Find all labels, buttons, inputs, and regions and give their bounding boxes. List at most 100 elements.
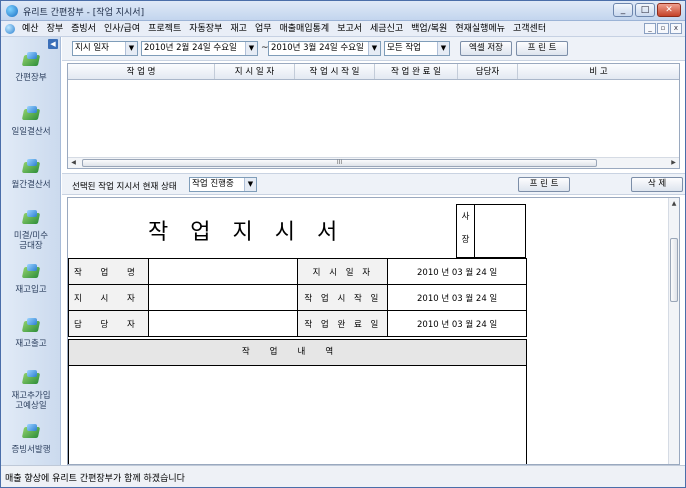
- child-restore-button[interactable]: ▫: [657, 23, 669, 34]
- assignee-field[interactable]: [147, 310, 299, 337]
- scroll-thumb[interactable]: [670, 238, 678, 302]
- receivables-icon: [20, 209, 42, 229]
- child-minimize-button[interactable]: _: [644, 23, 656, 34]
- scroll-right-icon[interactable]: ▶: [668, 158, 679, 168]
- scroll-thumb[interactable]: III: [82, 159, 597, 167]
- scroll-left-icon[interactable]: ◀: [68, 158, 79, 168]
- excel-save-button[interactable]: 엑셀 저장: [460, 41, 512, 56]
- chevron-down-icon[interactable]: ▼: [368, 42, 380, 55]
- sidebar-item-monthly-settlement[interactable]: 월간결산서: [1, 158, 61, 190]
- menu-work[interactable]: 업무: [251, 21, 276, 37]
- sidebar-item-stock-out[interactable]: 재고출고: [1, 317, 61, 349]
- grid-header: 작 업 명 지 시 일 자 작 업 시 작 일 작 업 완 료 일 담당자 비 …: [68, 64, 679, 80]
- sidebar-item-daily-settlement[interactable]: 일일결산서: [1, 105, 61, 137]
- date-type-select[interactable]: 지시 일자 ▼: [72, 41, 138, 56]
- app-logo-icon: [6, 5, 18, 17]
- work-name-field[interactable]: [147, 258, 299, 285]
- document-print-button[interactable]: 프 린 트: [518, 177, 570, 192]
- delete-button[interactable]: 삭 제: [631, 177, 683, 192]
- close-button[interactable]: ✕: [657, 3, 681, 17]
- end-date-value: 2010년 3월 24일 수요일: [271, 43, 364, 53]
- status-filter-select[interactable]: 모든 작업 ▼: [384, 41, 450, 56]
- sidebar-item-voucher-issue[interactable]: 증빙서발행: [1, 423, 61, 455]
- row-label: 작 업 명: [68, 258, 149, 285]
- app-window: 유리트 간편장부 - [작업 지시서] _ □ ✕ 예산 장부 증빙서 인사/급…: [0, 0, 686, 488]
- row-label: 지 시 자: [68, 284, 149, 311]
- daily-settlement-icon: [20, 105, 42, 125]
- menu-backup-restore[interactable]: 백업/복원: [407, 21, 451, 37]
- monthly-settlement-icon: [20, 158, 42, 178]
- work-state-value: 작업 진행중: [192, 179, 234, 189]
- approval-char: 장: [461, 235, 470, 245]
- menu-sales-stats[interactable]: 매출매입통계: [276, 21, 334, 37]
- chevron-down-icon[interactable]: ▼: [244, 178, 256, 191]
- vertical-scrollbar[interactable]: ▲: [668, 198, 679, 464]
- menu-logo-icon: [5, 23, 15, 34]
- work-order-document: 작업지시서 사 장 작 업 명 지 시 일 자 2010 년 03 월 24 일…: [68, 198, 527, 464]
- stock-in-icon: [20, 263, 42, 283]
- row-label: 담 당 자: [68, 310, 149, 337]
- sidebar-item-label: 미결/미수 금대장: [13, 231, 49, 251]
- row-label: 지 시 일 자: [297, 258, 389, 285]
- menu-inventory[interactable]: 재고: [226, 21, 251, 37]
- date-type-value: 지시 일자: [75, 43, 109, 53]
- menu-hr-payroll[interactable]: 인사/급여: [100, 21, 144, 37]
- chevron-down-icon[interactable]: ▼: [125, 42, 137, 55]
- menu-auto-ledger[interactable]: 자동장부: [185, 21, 226, 37]
- menu-ledger[interactable]: 장부: [43, 21, 68, 37]
- selected-state-bar: 선택된 작업 지시서 현재 상태 작업 진행중 ▼ 프 린 트 삭 제: [62, 173, 685, 195]
- row-label: 작 업 시 작 일: [297, 284, 389, 311]
- sidebar-item-label: 월간결산서: [11, 180, 51, 190]
- sidebar-item-label: 간편장부: [15, 73, 47, 83]
- column-header-complete-date[interactable]: 작 업 완 료 일: [375, 64, 458, 79]
- stock-plan-icon: [20, 369, 42, 389]
- main-panel: 지시 일자 ▼ 2010년 2월 24일 수요일 ▼ ~ 2010년 3월 24…: [62, 37, 685, 465]
- minimize-button[interactable]: _: [613, 3, 633, 17]
- row-label: 작 업 완 료 일: [297, 310, 389, 337]
- orderer-field[interactable]: [147, 284, 299, 311]
- child-close-button[interactable]: x: [670, 23, 682, 34]
- table-row: 지 시 자 작 업 시 작 일 2010 년 03 월 24 일: [68, 284, 527, 311]
- sidebar-item-stock-in[interactable]: 재고입고: [1, 263, 61, 295]
- window-title: 유리트 간편장부 - [작업 지시서]: [23, 8, 145, 18]
- work-content-area[interactable]: [68, 366, 527, 464]
- sidebar: ◀ 간편장부 일일결산서 월간결산서 미결/미수 금대장 재고입고 재고출고 재…: [1, 37, 61, 465]
- menu-budget[interactable]: 예산: [18, 21, 43, 37]
- work-state-select[interactable]: 작업 진행중 ▼: [189, 177, 257, 192]
- work-content-header: 작업내역: [68, 339, 527, 366]
- sidebar-item-label: 재고입고: [15, 285, 47, 295]
- horizontal-scrollbar[interactable]: ◀ III ▶: [68, 157, 679, 168]
- column-header-order-date[interactable]: 지 시 일 자: [215, 64, 295, 79]
- title-bar[interactable]: 유리트 간편장부 - [작업 지시서] _ □ ✕: [1, 1, 685, 21]
- column-header-work-name[interactable]: 작 업 명: [68, 64, 215, 79]
- table-row: 담 당 자 작 업 완 료 일 2010 년 03 월 24 일: [68, 310, 527, 337]
- document-title: 작업지시서: [148, 220, 360, 245]
- scroll-up-icon[interactable]: ▲: [669, 200, 679, 207]
- menu-customer-center[interactable]: 고객센터: [509, 21, 550, 37]
- end-date-picker[interactable]: 2010년 3월 24일 수요일 ▼: [268, 41, 381, 56]
- sidebar-collapse-button[interactable]: ◀: [48, 39, 58, 49]
- work-order-info-table: 작 업 명 지 시 일 자 2010 년 03 월 24 일 지 시 자 작 업…: [68, 258, 527, 337]
- menu-reports[interactable]: 보고서: [333, 21, 366, 37]
- column-header-start-date[interactable]: 작 업 시 작 일: [295, 64, 375, 79]
- sidebar-item-ledger[interactable]: 간편장부: [1, 51, 61, 83]
- sidebar-item-receivables[interactable]: 미결/미수 금대장: [1, 209, 61, 251]
- column-header-assignee[interactable]: 담당자: [458, 64, 518, 79]
- menu-tax-filing[interactable]: 세금신고: [366, 21, 407, 37]
- stock-out-icon: [20, 317, 42, 337]
- start-date-picker[interactable]: 2010년 2월 24일 수요일 ▼: [141, 41, 258, 56]
- menu-project[interactable]: 프로젝트: [144, 21, 185, 37]
- approval-box: 사 장: [456, 204, 526, 258]
- table-row: 작 업 명 지 시 일 자 2010 년 03 월 24 일: [68, 258, 527, 285]
- filter-bar: 지시 일자 ▼ 2010년 2월 24일 수요일 ▼ ~ 2010년 3월 24…: [62, 37, 685, 61]
- menu-current-menu[interactable]: 현재실행메뉴: [451, 21, 509, 37]
- sidebar-item-stock-plan[interactable]: 재고추가입 고예상일: [1, 369, 61, 411]
- maximize-button[interactable]: □: [635, 3, 655, 17]
- menu-voucher[interactable]: 증빙서: [67, 21, 100, 37]
- column-header-remarks[interactable]: 비 고: [518, 64, 679, 79]
- chevron-down-icon[interactable]: ▼: [437, 42, 449, 55]
- complete-date-value: 2010 년 03 월 24 일: [387, 310, 527, 337]
- chevron-down-icon[interactable]: ▼: [245, 42, 257, 55]
- work-order-document-panel: 작업지시서 사 장 작 업 명 지 시 일 자 2010 년 03 월 24 일…: [67, 197, 680, 465]
- print-button[interactable]: 프 린 트: [516, 41, 568, 56]
